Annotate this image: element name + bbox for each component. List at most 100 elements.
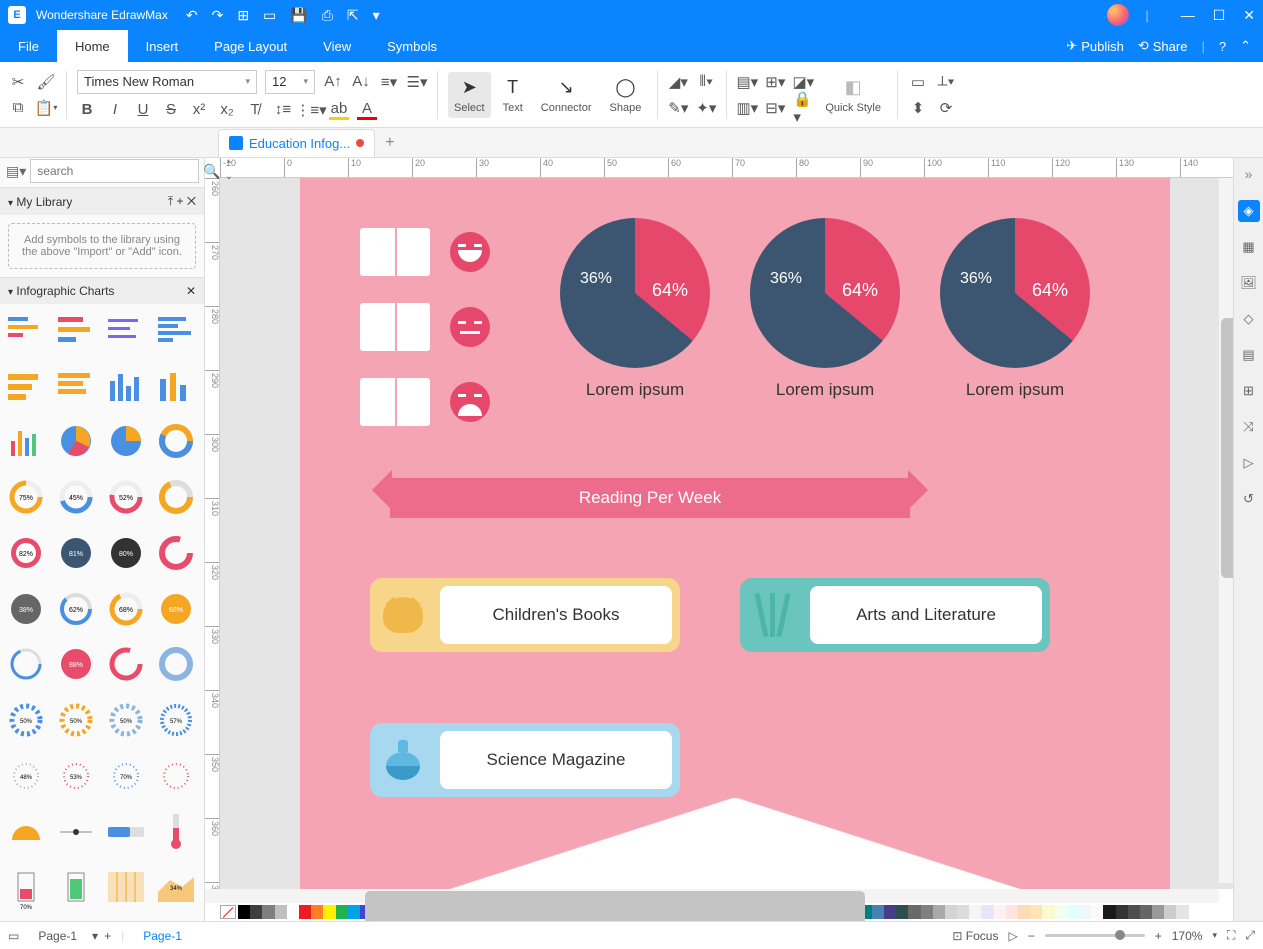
color-swatch[interactable] [1042, 905, 1054, 919]
thumb-seg3[interactable]: 50% [106, 700, 146, 740]
redo-icon[interactable]: ↷ [212, 7, 224, 24]
library-search-input[interactable] [30, 159, 199, 183]
text-tool[interactable]: TText [497, 72, 529, 118]
publish-button[interactable]: ✈ Publish [1066, 38, 1124, 54]
numbering-icon[interactable]: ⋮≡▾ [301, 100, 321, 120]
thumb-barh1[interactable] [6, 310, 46, 350]
color-swatch[interactable] [884, 905, 896, 919]
group-icon[interactable]: ⊞▾ [765, 72, 785, 92]
thumb-dot3[interactable]: 70% [106, 756, 146, 796]
cut-icon[interactable]: ✂ [8, 72, 28, 92]
color-swatch[interactable] [336, 905, 348, 919]
thumb-gauge5[interactable]: 38% [6, 589, 46, 629]
font-family-select[interactable]: Times New Roman▾ [77, 70, 257, 94]
play-button[interactable]: ▷ [1008, 929, 1017, 943]
user-avatar[interactable] [1107, 4, 1129, 26]
thumb-dot2[interactable]: 53% [56, 756, 96, 796]
infographic-charts-section[interactable]: ▾ Infographic Charts ✕ [0, 278, 204, 304]
color-swatch[interactable] [1140, 905, 1152, 919]
bold-icon[interactable]: B [77, 100, 97, 120]
component-panel-icon[interactable]: ⊞ [1238, 380, 1260, 402]
sad-face-icon[interactable] [450, 382, 490, 422]
close-section-icon[interactable]: ✕ [187, 194, 196, 208]
color-swatch[interactable] [981, 905, 993, 919]
color-swatch[interactable] [969, 905, 981, 919]
library-menu-icon[interactable]: ▤▾ [6, 163, 26, 180]
thumb-barh3[interactable] [106, 310, 146, 350]
pie-chart-3[interactable]: 36% 64% [940, 218, 1090, 368]
thumb-barh4[interactable] [156, 310, 196, 350]
superscript-icon[interactable]: x² [189, 100, 209, 120]
fill-color-icon[interactable]: ◢▾ [668, 72, 688, 92]
page-selector[interactable]: Page-1 [29, 926, 86, 946]
color-swatch[interactable] [1103, 905, 1115, 919]
thumb-barv1[interactable] [106, 366, 146, 406]
thumb-pie2[interactable] [106, 421, 146, 461]
section-banner[interactable]: Reading Per Week [390, 478, 910, 518]
strikethrough-icon[interactable]: S [161, 100, 181, 120]
color-swatch[interactable] [311, 905, 323, 919]
color-swatch[interactable] [1018, 905, 1030, 919]
zoom-in-button[interactable]: + [1155, 929, 1162, 943]
tab-page-layout[interactable]: Page Layout [196, 30, 305, 62]
effects-icon[interactable]: ✦▾ [696, 98, 716, 118]
thumb-ring2[interactable]: 88% [56, 644, 96, 684]
minimize-button[interactable]: — [1181, 7, 1195, 24]
color-swatch[interactable] [1116, 905, 1128, 919]
color-swatch[interactable] [1079, 905, 1091, 919]
thumb-semi1[interactable] [6, 812, 46, 852]
add-page-button[interactable]: + [104, 929, 111, 943]
pie-chart-1[interactable]: 36% 64% [560, 218, 710, 368]
color-swatch[interactable] [275, 905, 287, 919]
line-color-icon[interactable]: ✎▾ [668, 98, 688, 118]
font-color-icon[interactable]: A [357, 100, 377, 120]
color-swatch[interactable] [262, 905, 274, 919]
neutral-face-icon[interactable] [450, 307, 490, 347]
vertical-scrollbar[interactable] [1219, 178, 1233, 883]
color-swatch[interactable] [1152, 905, 1164, 919]
thumb-battery2[interactable] [56, 867, 96, 907]
qat-more-icon[interactable]: ▾ [373, 7, 380, 24]
print-icon[interactable]: ⎙ [322, 7, 333, 24]
font-size-select[interactable]: 12▾ [265, 70, 315, 94]
library-scroll-icon[interactable]: ⌃⌄ [225, 160, 233, 182]
add-icon[interactable]: + [176, 194, 183, 208]
flip-icon[interactable]: ⬍ [908, 98, 928, 118]
copy-icon[interactable]: ⧉ [8, 98, 28, 118]
thumb-donut5[interactable] [156, 477, 196, 517]
book-icon[interactable] [360, 228, 430, 276]
grid-panel-icon[interactable]: ▦ [1238, 236, 1260, 258]
color-swatch[interactable] [299, 905, 311, 919]
focus-mode-button[interactable]: ⊡ Focus [952, 929, 998, 943]
select-tool[interactable]: ➤Select [448, 72, 491, 118]
tab-home[interactable]: Home [57, 30, 128, 62]
thumb-seg1[interactable]: 50% [6, 700, 46, 740]
paste-icon[interactable]: 📋▾ [36, 98, 56, 118]
undo-icon[interactable]: ↶ [186, 7, 198, 24]
thumb-donut4[interactable]: 52% [106, 477, 146, 517]
page-dropdown-icon[interactable]: ▾ [92, 929, 98, 943]
crop-icon[interactable]: ⟂▾ [936, 72, 956, 92]
thumb-seg4[interactable]: 57% [156, 700, 196, 740]
present-panel-icon[interactable]: ▷ [1238, 452, 1260, 474]
connector-tool[interactable]: ↘Connector [535, 72, 598, 118]
infographic-page[interactable]: 36% 64% Lorem ipsum 36% 64% Lorem ipsum [300, 178, 1170, 889]
close-section-icon[interactable]: ✕ [186, 284, 196, 298]
zoom-level[interactable]: 170% [1172, 929, 1203, 943]
document-tab[interactable]: Education Infog... [218, 129, 375, 157]
format-painter-icon[interactable]: 🖌 [36, 72, 56, 92]
decrease-font-icon[interactable]: A↓ [351, 72, 371, 92]
new-icon[interactable]: ⊞ [237, 7, 249, 24]
color-swatch[interactable] [287, 905, 299, 919]
page-panel-icon[interactable]: ▤ [1238, 344, 1260, 366]
thumb-dot4[interactable] [156, 756, 196, 796]
thumb-battery1[interactable]: 70% [6, 867, 46, 907]
zoom-dropdown-icon[interactable]: ▾ [1212, 930, 1217, 941]
color-swatch[interactable] [957, 905, 969, 919]
thumb-gauge4[interactable] [156, 533, 196, 573]
expand-right-panel-icon[interactable]: » [1241, 162, 1257, 186]
no-fill-swatch[interactable] [220, 905, 236, 919]
thumb-thermo1[interactable] [156, 812, 196, 852]
bring-front-icon[interactable]: ◪▾ [793, 72, 813, 92]
tab-file[interactable]: File [0, 30, 57, 62]
